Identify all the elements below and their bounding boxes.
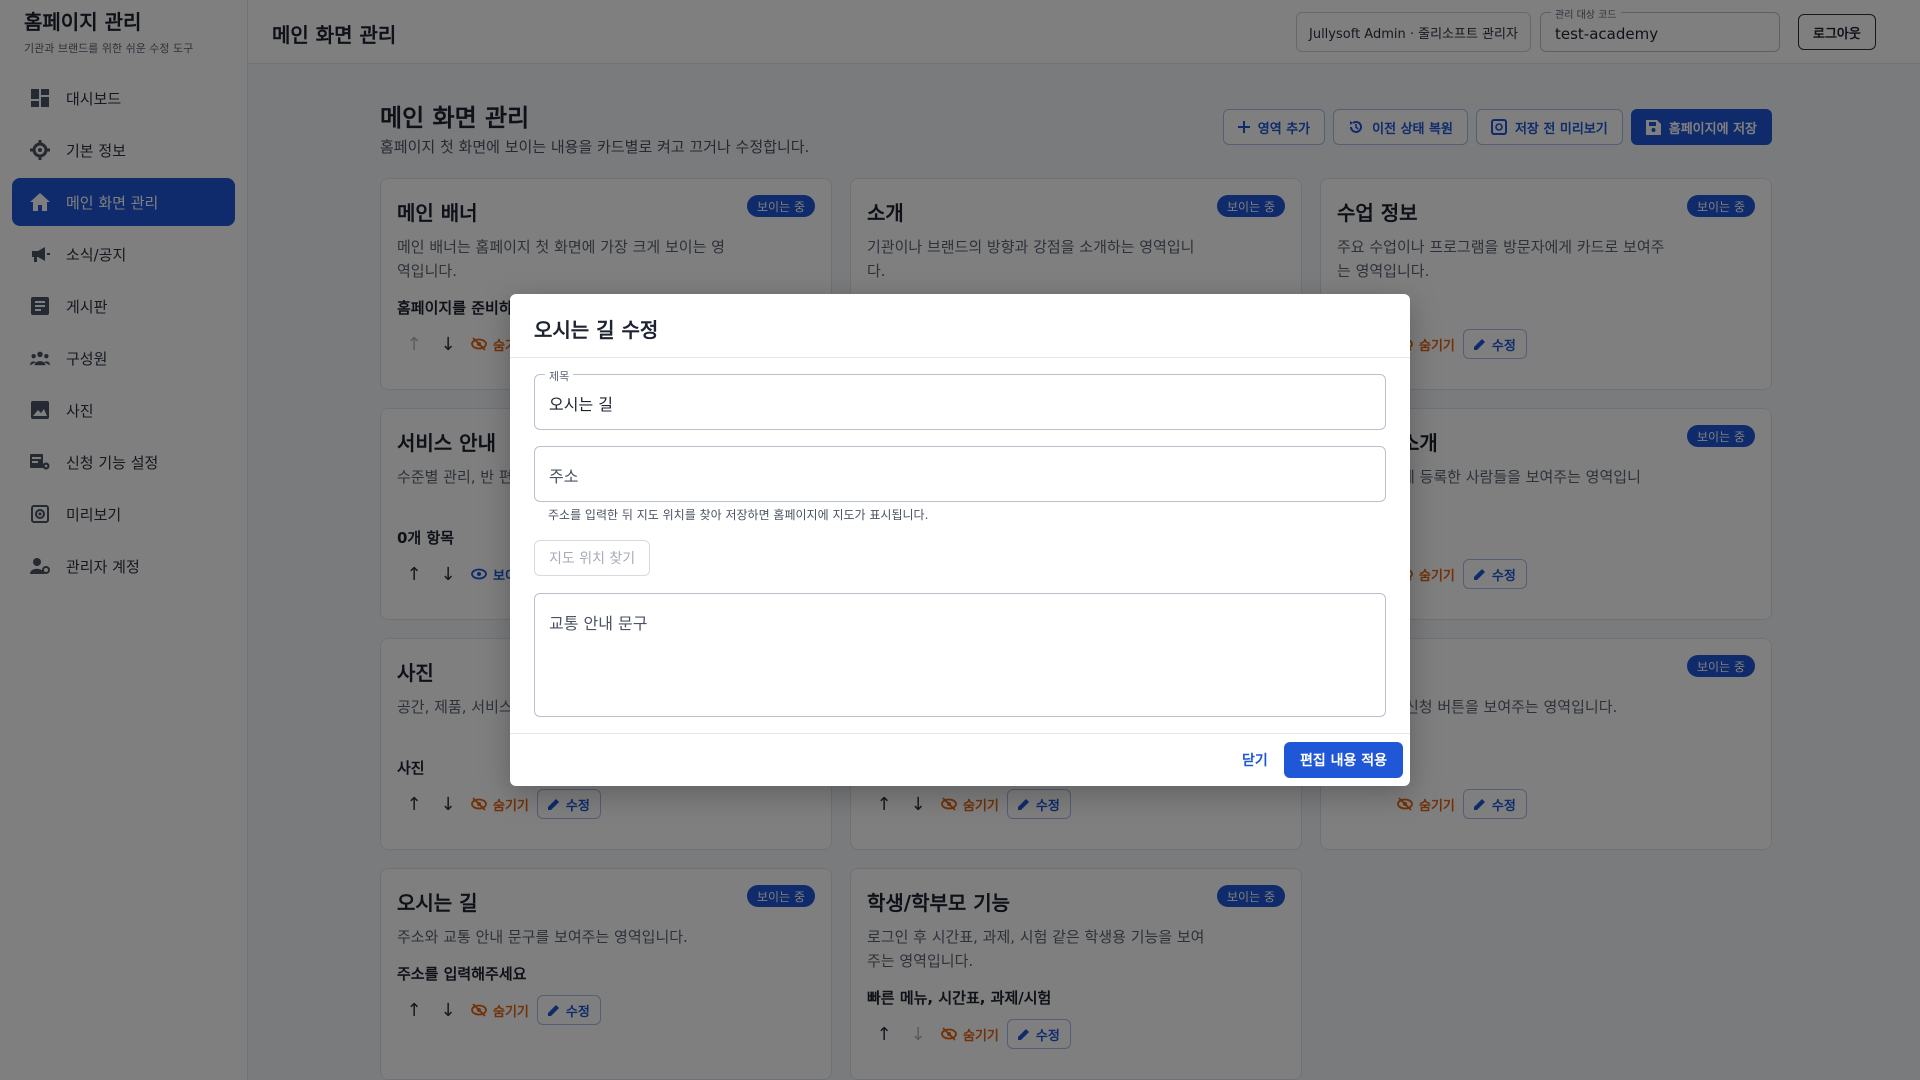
close-button[interactable]: 닫기: [1230, 742, 1280, 778]
apply-edits-button[interactable]: 편집 내용 적용: [1284, 742, 1404, 778]
address-helper-text: 주소를 입력한 뒤 지도 위치를 찾아 저장하면 홈페이지에 지도가 표시됩니다…: [548, 508, 929, 522]
edit-location-dialog: 오시는 길 수정 제목 오시는 길 주소 주소를 입력한 뒤 지도 위치를 찾아…: [510, 294, 1410, 786]
transit-guide-textarea[interactable]: 교통 안내 문구: [534, 593, 1386, 717]
title-field-value: 오시는 길: [549, 395, 613, 414]
find-map-location-button[interactable]: 지도 위치 찾기: [534, 540, 651, 576]
divider: [510, 357, 1410, 358]
address-placeholder: 주소: [549, 467, 579, 486]
title-field[interactable]: 제목 오시는 길: [534, 368, 1386, 430]
divider: [510, 733, 1410, 734]
transit-guide-placeholder: 교통 안내 문구: [549, 614, 648, 633]
address-field[interactable]: 주소: [534, 446, 1386, 502]
title-field-label: 제목: [545, 368, 574, 384]
dialog-title: 오시는 길 수정: [534, 318, 659, 342]
